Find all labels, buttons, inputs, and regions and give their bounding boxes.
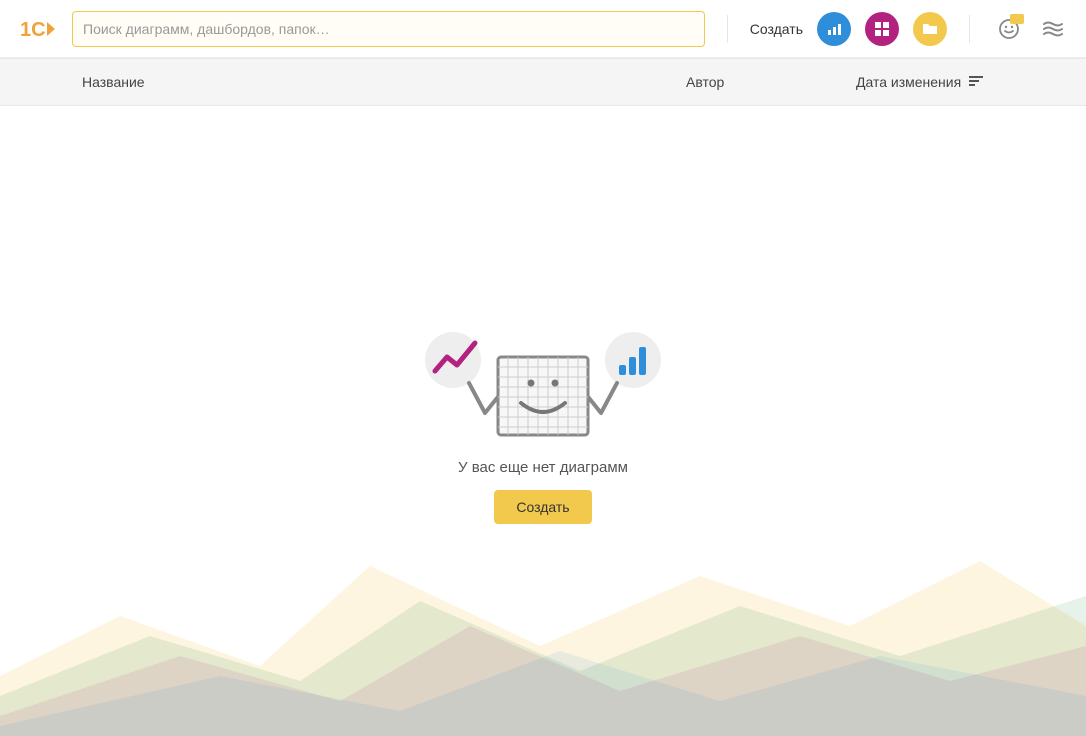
search-field-wrap[interactable]: [72, 11, 705, 47]
background-decoration: [0, 506, 1086, 736]
empty-illustration: [413, 315, 673, 435]
folder-icon: [922, 21, 938, 37]
menu-button[interactable]: [1040, 16, 1066, 42]
waves-icon: [1043, 21, 1063, 37]
create-link[interactable]: Создать: [750, 21, 803, 37]
column-date-label: Дата изменения: [856, 74, 961, 90]
empty-state: У вас еще нет диаграмм Создать: [0, 315, 1086, 524]
sort-desc-icon: [969, 76, 983, 88]
header-bar: 1C Создать: [0, 0, 1086, 58]
app-logo[interactable]: 1C: [20, 13, 58, 45]
column-date[interactable]: Дата изменения: [856, 74, 1086, 90]
column-name[interactable]: Название: [82, 74, 686, 90]
folders-button[interactable]: [913, 12, 947, 46]
empty-message: У вас еще нет диаграмм: [458, 459, 628, 476]
notification-badge: [1010, 14, 1024, 24]
separator: [969, 15, 970, 43]
separator: [727, 15, 728, 43]
create-button[interactable]: Создать: [494, 490, 591, 524]
column-header-row: Название Автор Дата изменения: [0, 58, 1086, 106]
column-author[interactable]: Автор: [686, 74, 856, 90]
svg-text:1C: 1C: [20, 19, 46, 41]
notifications-button[interactable]: [992, 12, 1026, 46]
charts-button[interactable]: [817, 12, 851, 46]
dashboards-button[interactable]: [865, 12, 899, 46]
search-input[interactable]: [83, 21, 694, 37]
bar-chart-icon: [826, 21, 842, 37]
grid-icon: [874, 21, 890, 37]
